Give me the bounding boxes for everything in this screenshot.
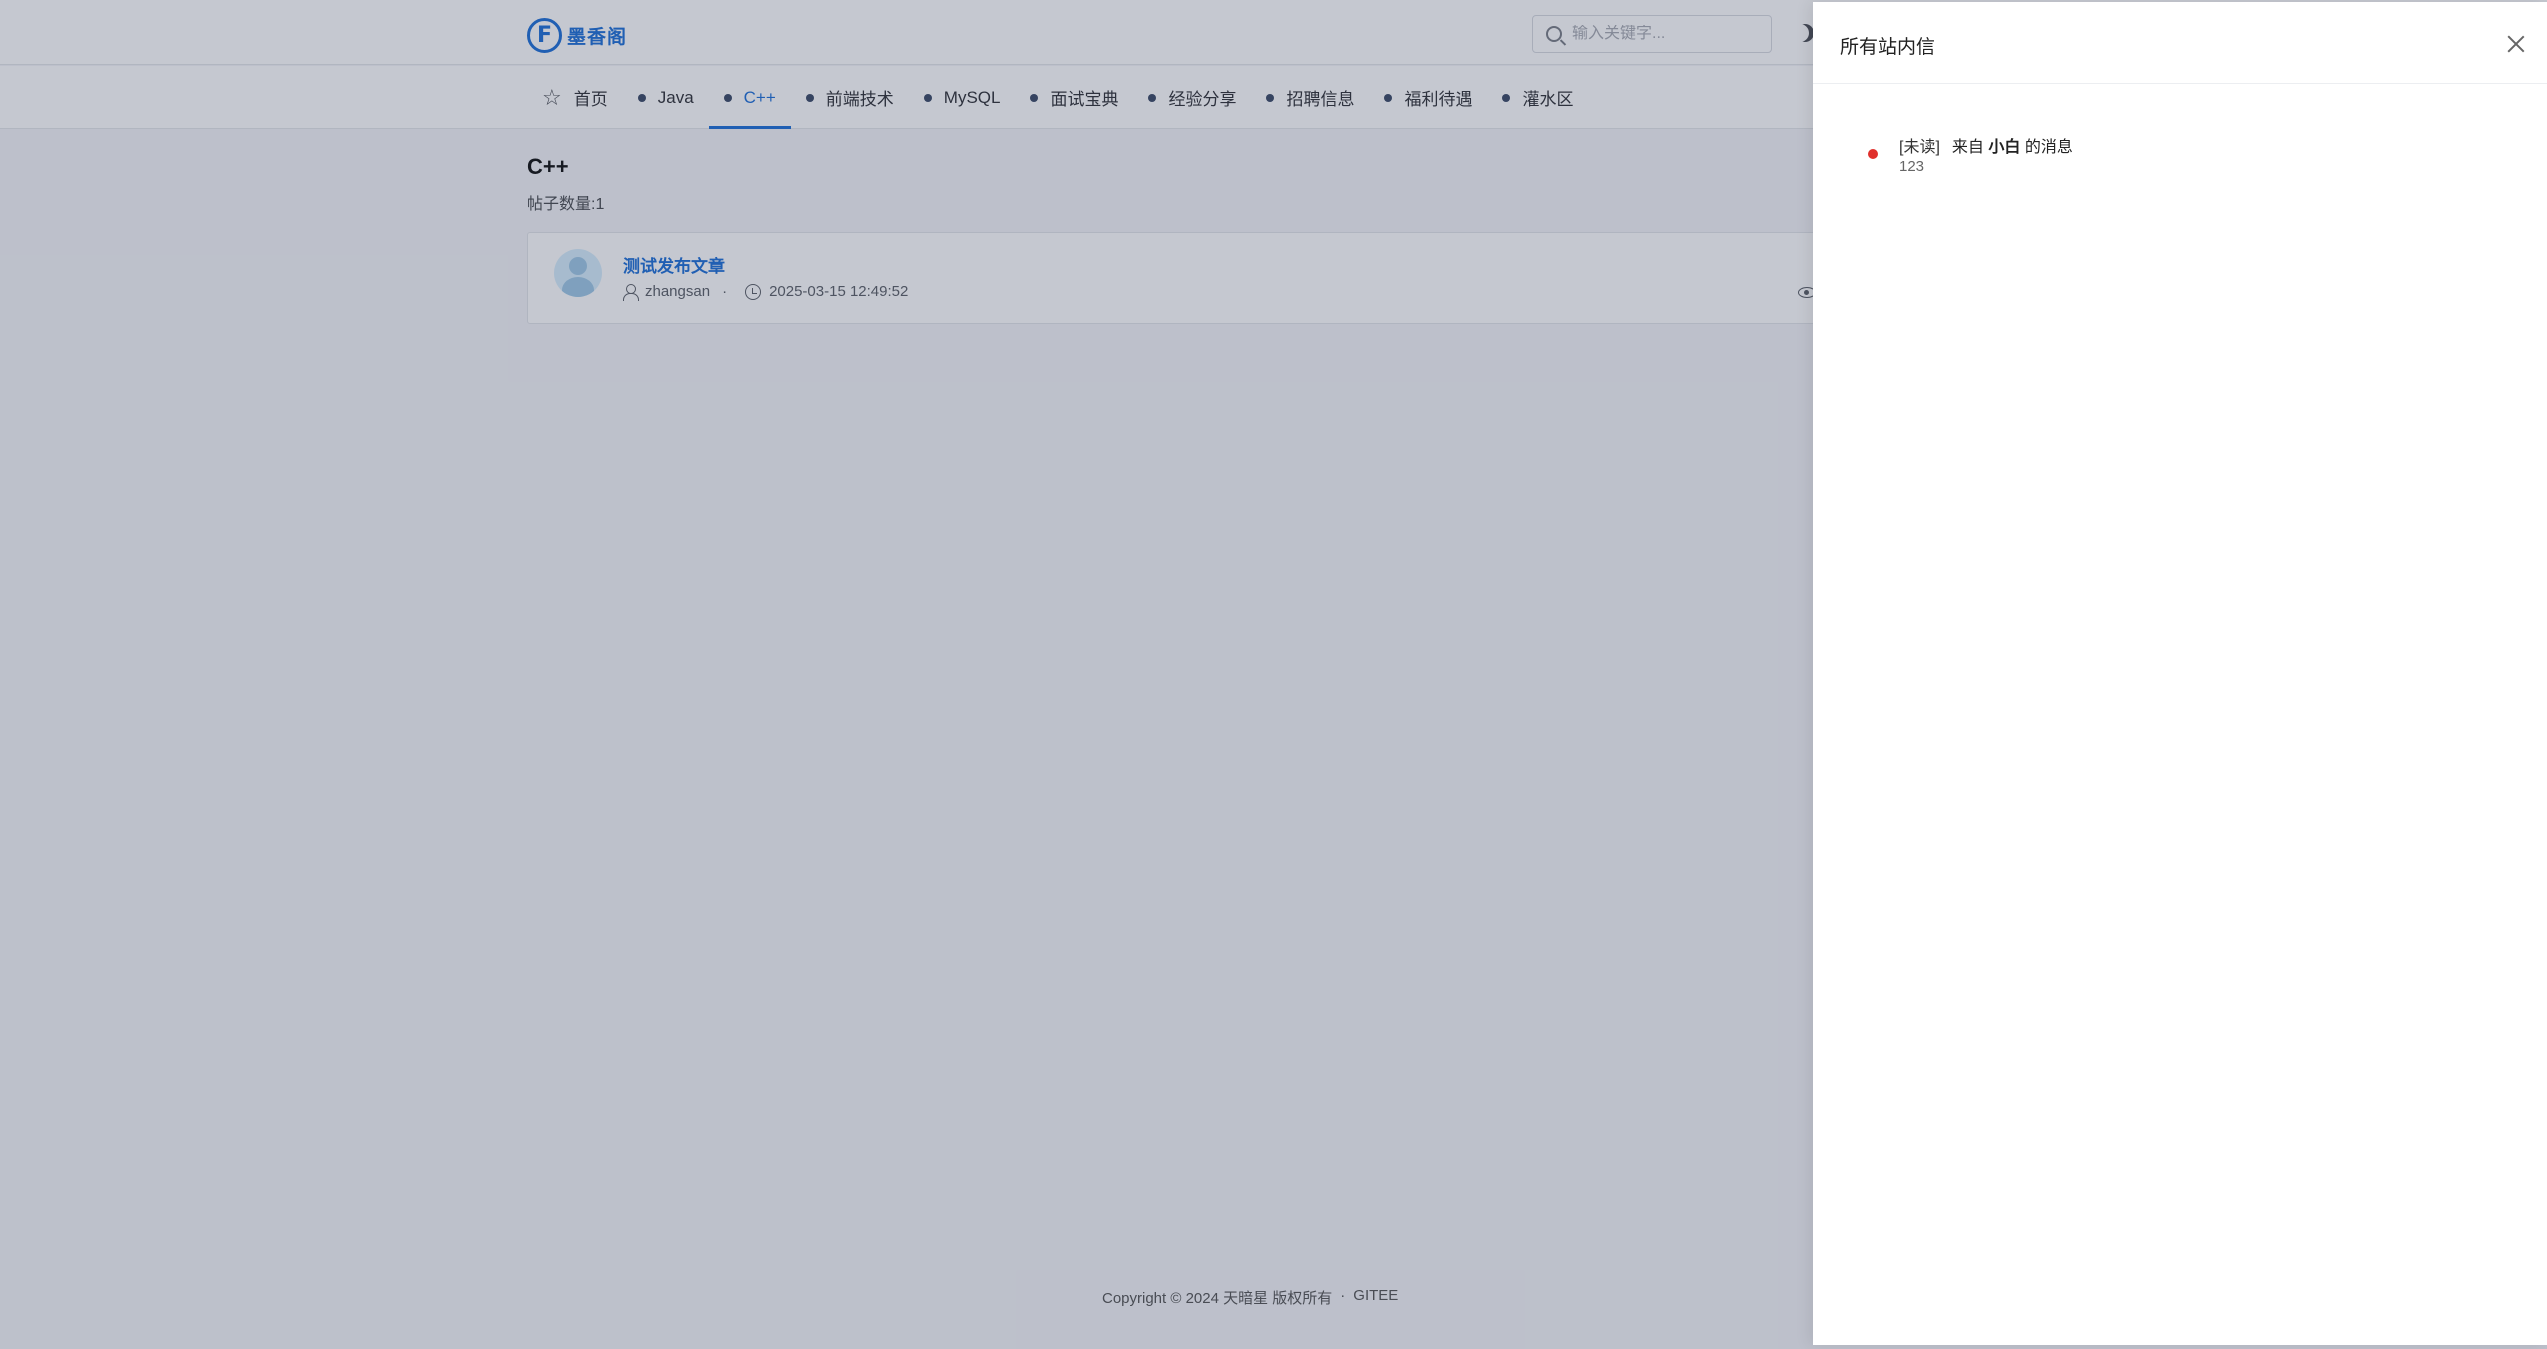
message-suffix: 的消息 bbox=[2024, 139, 2073, 156]
drawer-header: 所有站内信 bbox=[1813, 2, 2547, 84]
messages-drawer: 所有站内信 [未读] 来自 小白 的消息 123 bbox=[1813, 2, 2547, 1345]
message-from: 来自 小白 的消息 bbox=[1952, 133, 2073, 157]
close-icon[interactable] bbox=[2507, 35, 2525, 53]
message-status: [未读] bbox=[1899, 139, 1940, 156]
unread-dot bbox=[1868, 149, 1878, 159]
message-sender: 小白 bbox=[1988, 139, 2021, 156]
message-header: [未读] 来自 小白 的消息 bbox=[1899, 133, 2073, 157]
message-item[interactable]: [未读] 来自 小白 的消息 123 bbox=[1813, 128, 2547, 180]
drawer-title: 所有站内信 bbox=[1840, 37, 1936, 58]
message-content: 123 bbox=[1899, 158, 1925, 175]
message-prefix: 来自 bbox=[1951, 139, 1984, 156]
